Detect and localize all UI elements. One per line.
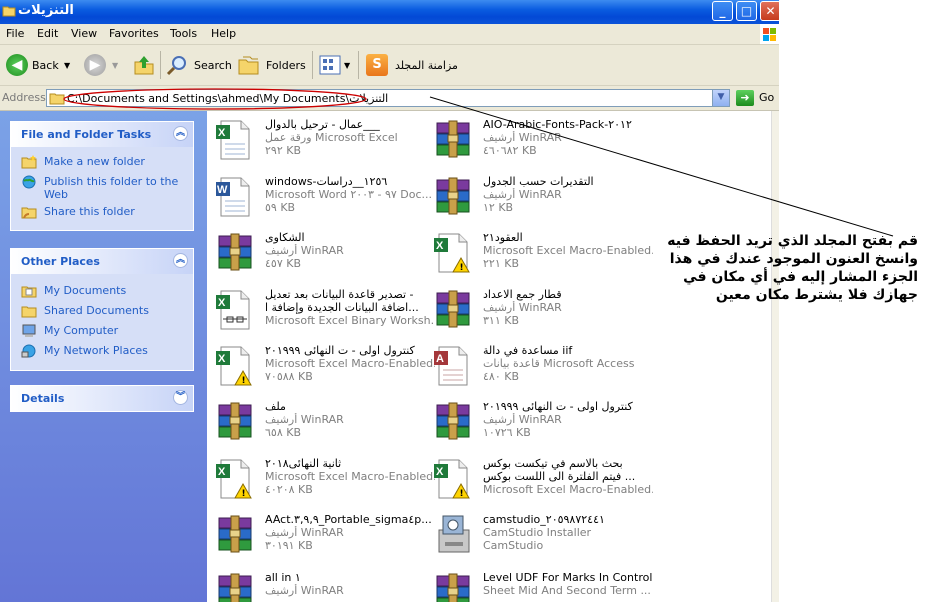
annotation-ellipse bbox=[63, 88, 367, 110]
annotation-text: قم بفتح المجلد الذي تريد الحفظ فيه وانسخ… bbox=[667, 233, 918, 303]
annotation-pointer-line bbox=[429, 96, 894, 237]
